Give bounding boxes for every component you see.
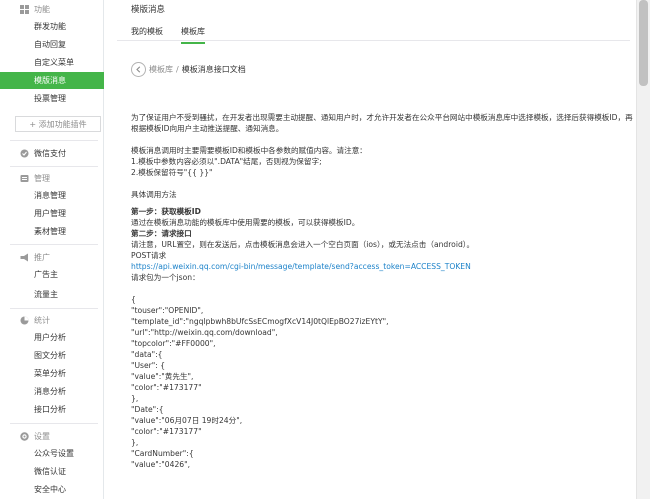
sidebar-item-message-analysis[interactable]: 消息分析: [0, 383, 104, 400]
settings-icon: [19, 431, 29, 441]
json-code-block: { "touser":"OPENID", "template_id":"ngqlpb…: [131, 294, 627, 470]
grid-icon: [19, 4, 29, 14]
json-code-line: "value":"06月07日 19时24分",: [131, 416, 243, 425]
doc-step-title: 第一步：获取模板ID: [131, 207, 201, 216]
sidebar-item-message-manage[interactable]: 消息管理: [0, 187, 104, 204]
sidebar-section-stats: 统计: [0, 311, 104, 329]
json-code-line: "value":"0426",: [131, 460, 191, 469]
api-url-link[interactable]: https://api.weixin.qq.com/cgi-bin/messag…: [131, 261, 627, 272]
doc-content: 为了保证用户不受到骚扰，在开发者出现需要主动提醒、通知用户时，才允许开发者在公众…: [131, 112, 633, 470]
json-code-line: "url":"http://weixin.qq.com/download",: [131, 328, 278, 337]
sidebar-item-wechat-pay[interactable]: 微信支付: [0, 144, 104, 162]
doc-intro-line: 根据模板ID向用户主动推送提醒、通知消息。: [131, 124, 284, 133]
json-code-line: "CardNumber":{: [131, 449, 194, 458]
sidebar-section-settings: 设置: [0, 427, 104, 445]
sidebar-item-user-manage[interactable]: 用户管理: [0, 205, 104, 222]
sidebar-section-label: 设置: [34, 431, 50, 441]
json-code-line: {: [131, 295, 136, 304]
sidebar-section-label: 统计: [34, 315, 50, 325]
doc-method-title: 具体调用方法: [131, 190, 177, 199]
sidebar-item-mass-send[interactable]: 群发功能: [0, 18, 104, 35]
json-code-line: "template_id":"ngqlpbwh8bUfcSsECmogfXcV1…: [131, 317, 389, 326]
sidebar-item-custom-menu[interactable]: 自定义菜单: [0, 54, 104, 71]
doc-post-label: POST请求: [131, 251, 167, 260]
sidebar-section-function: 功能: [0, 0, 104, 18]
main-content: 模版消息 我的模板 模板库 模板库 / 模板消息接口文档 为了保证用户不受到骚扰…: [117, 0, 633, 499]
sidebar-item-article-analysis[interactable]: 图文分析: [0, 347, 104, 364]
json-code-line: },: [131, 394, 139, 403]
promote-icon: [19, 252, 29, 262]
stats-icon: [19, 315, 29, 325]
tab-my-templates[interactable]: 我的模板: [131, 26, 163, 42]
tab-template-library[interactable]: 模板库: [181, 26, 205, 44]
sidebar-item-account-settings[interactable]: 公众号设置: [0, 445, 104, 462]
json-code-line: "Date":{: [131, 405, 164, 414]
page-title: 模版消息: [131, 5, 166, 15]
sidebar-section-label: 功能: [34, 4, 50, 14]
breadcrumb-parent-link[interactable]: 模板库: [149, 64, 173, 75]
back-arrow-icon[interactable]: [131, 61, 146, 77]
divider: [10, 244, 98, 245]
sidebar-item-menu-analysis[interactable]: 菜单分析: [0, 365, 104, 382]
sidebar-item-auto-reply[interactable]: 自动回复: [0, 36, 104, 53]
json-code-line: "touser":"OPENID",: [131, 306, 204, 315]
sidebar-section-label: 微信支付: [34, 148, 66, 158]
breadcrumb-current: 模板消息接口文档: [181, 64, 246, 74]
divider: [10, 166, 98, 167]
doc-note: 模板消息调用时主要需要模板ID和模板中各参数的赋值内容。请注意：: [131, 146, 367, 155]
divider: [10, 308, 98, 309]
doc-note: 1.模板中参数内容必须以".DATA"结尾，否则视为保留字;: [131, 157, 322, 166]
sidebar-item-material-manage[interactable]: 素材管理: [0, 223, 104, 240]
sidebar-item-security-center[interactable]: 安全中心: [0, 481, 104, 498]
sidebar-item-template-message[interactable]: 模版消息: [0, 72, 104, 89]
sidebar-item-vote[interactable]: 投票管理: [0, 90, 104, 107]
breadcrumb: 模板库 / 模板消息接口文档: [131, 61, 246, 77]
sidebar-section-promote: 推广: [0, 248, 104, 266]
json-code-line: "value":"黄先生",: [131, 372, 194, 381]
breadcrumb-separator: /: [176, 64, 179, 74]
doc-step-desc: 通过在模板消息功能的模板库中使用需要的模板，可以获得模板ID。: [131, 218, 360, 227]
manage-icon: [19, 173, 29, 183]
json-code-line: },: [131, 438, 139, 447]
scrollbar-thumb[interactable]: [639, 0, 648, 86]
json-code-line: "color":"#173177": [131, 427, 202, 436]
sidebar-section-label: 推广: [34, 252, 50, 262]
sidebar-item-user-analysis[interactable]: 用户分析: [0, 329, 104, 346]
tab-bar: 我的模板 模板库: [117, 22, 630, 44]
json-code-line: "color":"#173177": [131, 383, 202, 392]
doc-step-title: 第二步：请求接口: [131, 229, 192, 238]
divider: [10, 140, 98, 141]
json-code-line: "data":{: [131, 350, 163, 359]
sidebar-section-manage: 管理: [0, 169, 104, 187]
doc-note: 2.模板保留符号"{{ }}": [131, 168, 213, 177]
sidebar-item-wechat-verify[interactable]: 微信认证: [0, 463, 104, 480]
add-plugin-button[interactable]: + 添加功能插件: [15, 116, 101, 132]
doc-intro-line: 为了保证用户不受到骚扰，在开发者出现需要主动提醒、通知用户时，才允许开发者在公众…: [131, 113, 633, 122]
sidebar-section-label: 管理: [34, 173, 50, 183]
sidebar-item-advertiser[interactable]: 广告主: [0, 266, 104, 283]
doc-json-label: 请求包为一个json：: [131, 273, 200, 282]
json-code-line: "User": {: [131, 361, 166, 370]
divider: [10, 423, 98, 424]
doc-step-desc: 请注意，URL置空，则在发送后，点击模板消息会进入一个空白页面（ios），或无法…: [131, 240, 475, 249]
sidebar-item-api-analysis[interactable]: 接口分析: [0, 401, 104, 418]
sidebar-item-traffic-owner[interactable]: 流量主: [0, 286, 104, 303]
sidebar: 功能 群发功能 自动回复 自定义菜单 模版消息 投票管理 + 添加功能插件 微信…: [0, 0, 104, 499]
vertical-scrollbar[interactable]: [636, 0, 650, 499]
wechat-pay-icon: [19, 148, 29, 158]
json-code-line: "topcolor":"#FF0000",: [131, 339, 216, 348]
